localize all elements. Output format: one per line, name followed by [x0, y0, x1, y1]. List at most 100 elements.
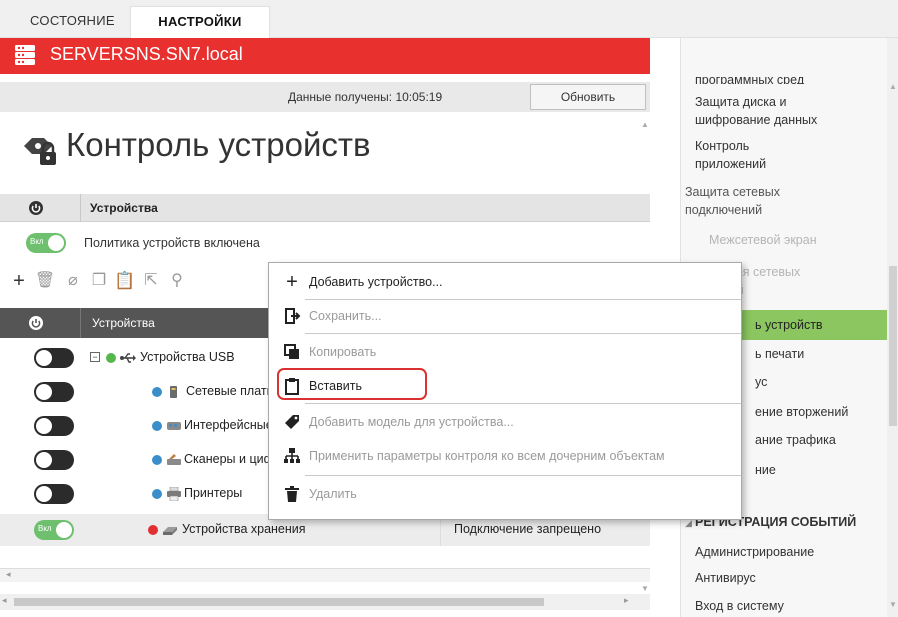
copy-icon — [283, 343, 301, 361]
nav-item[interactable]: Межсетевой экран — [681, 232, 898, 249]
usb-icon — [120, 351, 136, 365]
nav-item[interactable]: Контроль — [681, 138, 898, 155]
refresh-button[interactable]: Обновить — [530, 84, 646, 110]
info-icon — [152, 455, 162, 465]
toggle-knob — [56, 522, 72, 538]
info-icon — [152, 387, 162, 397]
save-icon[interactable]: ⇱ — [140, 270, 162, 292]
device-toggle[interactable] — [34, 348, 74, 368]
page-scrollbar[interactable]: ◂ ▸ — [0, 594, 650, 610]
menu-separator — [305, 403, 741, 404]
add-icon[interactable]: + — [8, 270, 30, 292]
tab-settings[interactable]: НАСТРОЙКИ — [130, 6, 270, 38]
device-name: Устройства хранения — [182, 522, 306, 536]
menu-item-label: Добавить модель для устройства... — [309, 415, 514, 429]
scroll-left-icon[interactable]: ◂ — [6, 569, 11, 580]
policy-label: Политика устройств включена — [84, 236, 260, 250]
toggle-label: Вкл — [38, 524, 52, 533]
grid-header-label: Устройства — [92, 316, 155, 330]
menu-item-apply-children[interactable]: Применить параметры контроля ко всем доч… — [269, 441, 743, 471]
server-name: SERVERSNS.SN7.local — [50, 44, 243, 64]
nav-item[interactable]: Защита диска и — [681, 94, 898, 111]
menu-item-label: Копировать — [309, 345, 377, 359]
menu-item-add-model[interactable]: Добавить модель для устройства... — [269, 407, 743, 437]
nav-item[interactable]: Вход в систему — [681, 598, 898, 615]
device-name: Сетевые плать — [186, 384, 274, 398]
status-dot — [106, 353, 116, 363]
device-name: Сканеры и циф — [184, 452, 274, 466]
scroll-up-icon[interactable]: ▲ — [641, 120, 649, 129]
device-toggle[interactable] — [34, 450, 74, 470]
policy-toggle[interactable]: Вкл — [26, 233, 66, 253]
collapse-icon[interactable]: − — [90, 352, 100, 362]
section-title: Устройства — [90, 201, 158, 215]
highlight-outline — [277, 368, 427, 400]
data-status-bar: Данные получены: 10:05:19 Обновить — [0, 82, 650, 112]
policy-row: Вкл Политика устройств включена — [0, 228, 650, 258]
context-menu: + Добавить устройство... Сохранить... Ко… — [268, 262, 742, 520]
printer-icon — [166, 486, 182, 502]
tag-icon — [283, 413, 301, 431]
column-divider — [80, 194, 81, 222]
grid-scrollbar[interactable]: ◂ — [0, 568, 650, 582]
power-icon — [28, 200, 44, 216]
scroll-down-icon[interactable]: ▼ — [889, 600, 897, 609]
toggle-label: Вкл — [30, 237, 44, 246]
info-icon — [152, 421, 162, 431]
column-divider — [80, 308, 81, 338]
copy-icon[interactable]: ❐ — [88, 270, 110, 292]
network-card-icon — [166, 385, 182, 399]
devices-section-header: Устройства — [0, 194, 650, 222]
power-icon — [28, 315, 44, 331]
toggle-knob — [36, 452, 52, 468]
scroll-down-icon[interactable]: ▼ — [641, 584, 649, 593]
scroll-right-icon[interactable]: ▸ — [624, 595, 629, 606]
server-header: SERVERSNS.SN7.local — [0, 38, 650, 74]
device-name: Принтеры — [184, 486, 243, 500]
toggle-knob — [36, 384, 52, 400]
paste-icon[interactable]: 📋 — [114, 270, 136, 292]
toggle-knob — [36, 418, 52, 434]
menu-item-save[interactable]: Сохранить... — [269, 301, 743, 331]
toggle-knob — [48, 235, 64, 251]
menu-separator — [305, 333, 741, 334]
menu-separator — [305, 475, 741, 476]
tab-state[interactable]: СОСТОЯНИЕ — [14, 6, 131, 38]
device-name: Устройства USB — [140, 350, 235, 364]
menu-item-copy[interactable]: Копировать — [269, 337, 743, 367]
toggle-knob — [36, 486, 52, 502]
nav-item[interactable]: шифрование данных — [681, 112, 898, 129]
device-status: Подключение запрещено — [454, 522, 602, 536]
menu-item-label: Применить параметры контроля ко всем доч… — [309, 449, 665, 463]
menu-item-label: Добавить устройство... — [309, 275, 443, 289]
device-toggle[interactable] — [34, 484, 74, 504]
nav-item[interactable]: программных сред — [681, 72, 898, 84]
save-icon — [283, 307, 301, 325]
nav-group[interactable]: Защита сетевых — [681, 184, 898, 201]
nav-item[interactable]: приложений — [681, 156, 898, 173]
hierarchy-icon[interactable]: ⚲ — [166, 270, 188, 292]
menu-item-add-device[interactable]: + Добавить устройство... — [269, 267, 743, 297]
scroll-up-icon[interactable]: ▲ — [889, 82, 897, 91]
scroll-left-icon[interactable]: ◂ — [2, 595, 7, 606]
tag-icon[interactable]: ⌀ — [62, 270, 84, 292]
trash-icon[interactable]: 🗑 — [34, 270, 56, 292]
interface-icon — [166, 419, 182, 433]
nav-scrollbar[interactable]: ▲ ▼ — [887, 38, 898, 617]
device-toggle[interactable] — [34, 382, 74, 402]
scrollbar-thumb[interactable] — [889, 266, 897, 426]
menu-item-delete[interactable]: Удалить — [269, 479, 743, 509]
scrollbar-thumb[interactable] — [14, 598, 544, 606]
device-toggle[interactable]: Вкл — [34, 520, 74, 540]
toggle-knob — [36, 350, 52, 366]
device-toggle[interactable] — [34, 416, 74, 436]
page-title: Контроль устройств — [66, 126, 371, 163]
nav-item[interactable]: Администрирование — [681, 544, 898, 561]
hierarchy-icon — [283, 447, 301, 465]
nav-group[interactable]: подключений — [681, 202, 898, 219]
menu-item-label: Удалить — [309, 487, 357, 501]
nav-item[interactable]: Антивирус — [681, 570, 898, 587]
data-received-label: Данные получены: 10:05:19 — [288, 90, 443, 104]
trash-icon — [283, 485, 301, 503]
device-control-icon — [22, 134, 58, 168]
